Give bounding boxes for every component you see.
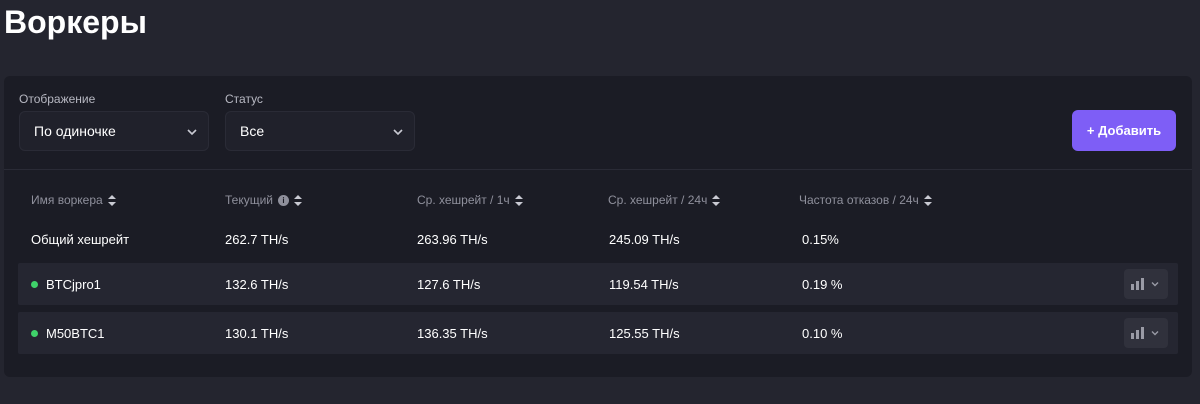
column-header-name[interactable]: Имя воркера [31, 193, 116, 207]
sort-icon [107, 194, 116, 206]
page-title: Воркеры [4, 4, 147, 40]
online-status-dot [31, 280, 38, 288]
total-name: Общий хешрейт [31, 231, 130, 247]
status-filter-label: Статус [225, 92, 263, 106]
column-header-current[interactable]: Текущий i [225, 193, 302, 207]
chevron-down-icon [1151, 282, 1159, 287]
worker-name: M50BTC1 [46, 325, 105, 341]
worker-avg-24h: 119.54 TH/s [609, 276, 679, 292]
total-avg-24h: 245.09 TH/s [609, 231, 680, 247]
total-current: 262.7 TH/s [225, 231, 289, 247]
worker-current: 130.1 TH/s [225, 325, 289, 341]
column-header-avg-1h[interactable]: Ср. хешрейт / 1ч [417, 193, 523, 207]
sort-icon [514, 194, 523, 206]
bar-chart-icon [1131, 278, 1144, 290]
sort-icon [294, 194, 302, 206]
info-icon[interactable]: i [278, 194, 289, 206]
total-reject: 0.15% [802, 231, 839, 247]
filters-bar: Отображение По одиночке Статус Все + Доб… [4, 76, 1192, 170]
column-header-label: Текущий [225, 193, 273, 207]
worker-avg-1h: 136.35 TH/s [417, 325, 488, 341]
total-avg-1h: 263.96 TH/s [417, 231, 488, 247]
sort-icon [923, 194, 932, 206]
chevron-down-icon [1151, 331, 1159, 336]
table-row[interactable]: M50BTC1 130.1 TH/s 136.35 TH/s 125.55 TH… [18, 312, 1178, 354]
chevron-down-icon [393, 129, 403, 136]
column-header-label: Ср. хешрейт / 1ч [417, 193, 510, 207]
status-select[interactable]: Все [225, 111, 415, 151]
total-hashrate-row: Общий хешрейт 262.7 TH/s 263.96 TH/s 245… [18, 218, 1178, 260]
workers-panel: Отображение По одиночке Статус Все + Доб… [4, 76, 1192, 377]
display-select-value: По одиночке [34, 123, 116, 139]
worker-reject: 0.19 % [802, 276, 843, 292]
column-header-label: Частота отказов / 24ч [799, 193, 919, 207]
online-status-dot [31, 329, 38, 337]
status-select-value: Все [240, 123, 265, 139]
worker-name: BTCjpro1 [46, 276, 101, 292]
add-worker-button[interactable]: + Добавить [1072, 110, 1176, 151]
worker-name-cell: BTCjpro1 [31, 263, 101, 305]
worker-avg-1h: 127.6 TH/s [417, 276, 481, 292]
bar-chart-icon [1131, 327, 1144, 339]
display-select[interactable]: По одиночке [19, 111, 209, 151]
worker-avg-24h: 125.55 TH/s [609, 325, 680, 341]
column-header-label: Имя воркера [31, 193, 103, 207]
chevron-down-icon [187, 129, 197, 136]
display-filter-label: Отображение [19, 92, 96, 106]
column-header-reject-rate[interactable]: Частота отказов / 24ч [799, 193, 932, 207]
table-row[interactable]: BTCjpro1 132.6 TH/s 127.6 TH/s 119.54 TH… [18, 263, 1178, 305]
worker-reject: 0.10 % [802, 325, 843, 341]
row-chart-dropdown-button[interactable] [1124, 318, 1168, 348]
row-chart-dropdown-button[interactable] [1124, 269, 1168, 299]
worker-name-cell: M50BTC1 [31, 312, 105, 354]
column-header-label: Ср. хешрейт / 24ч [608, 193, 708, 207]
sort-icon [712, 194, 721, 206]
worker-current: 132.6 TH/s [225, 276, 289, 292]
column-header-avg-24h[interactable]: Ср. хешрейт / 24ч [608, 193, 721, 207]
